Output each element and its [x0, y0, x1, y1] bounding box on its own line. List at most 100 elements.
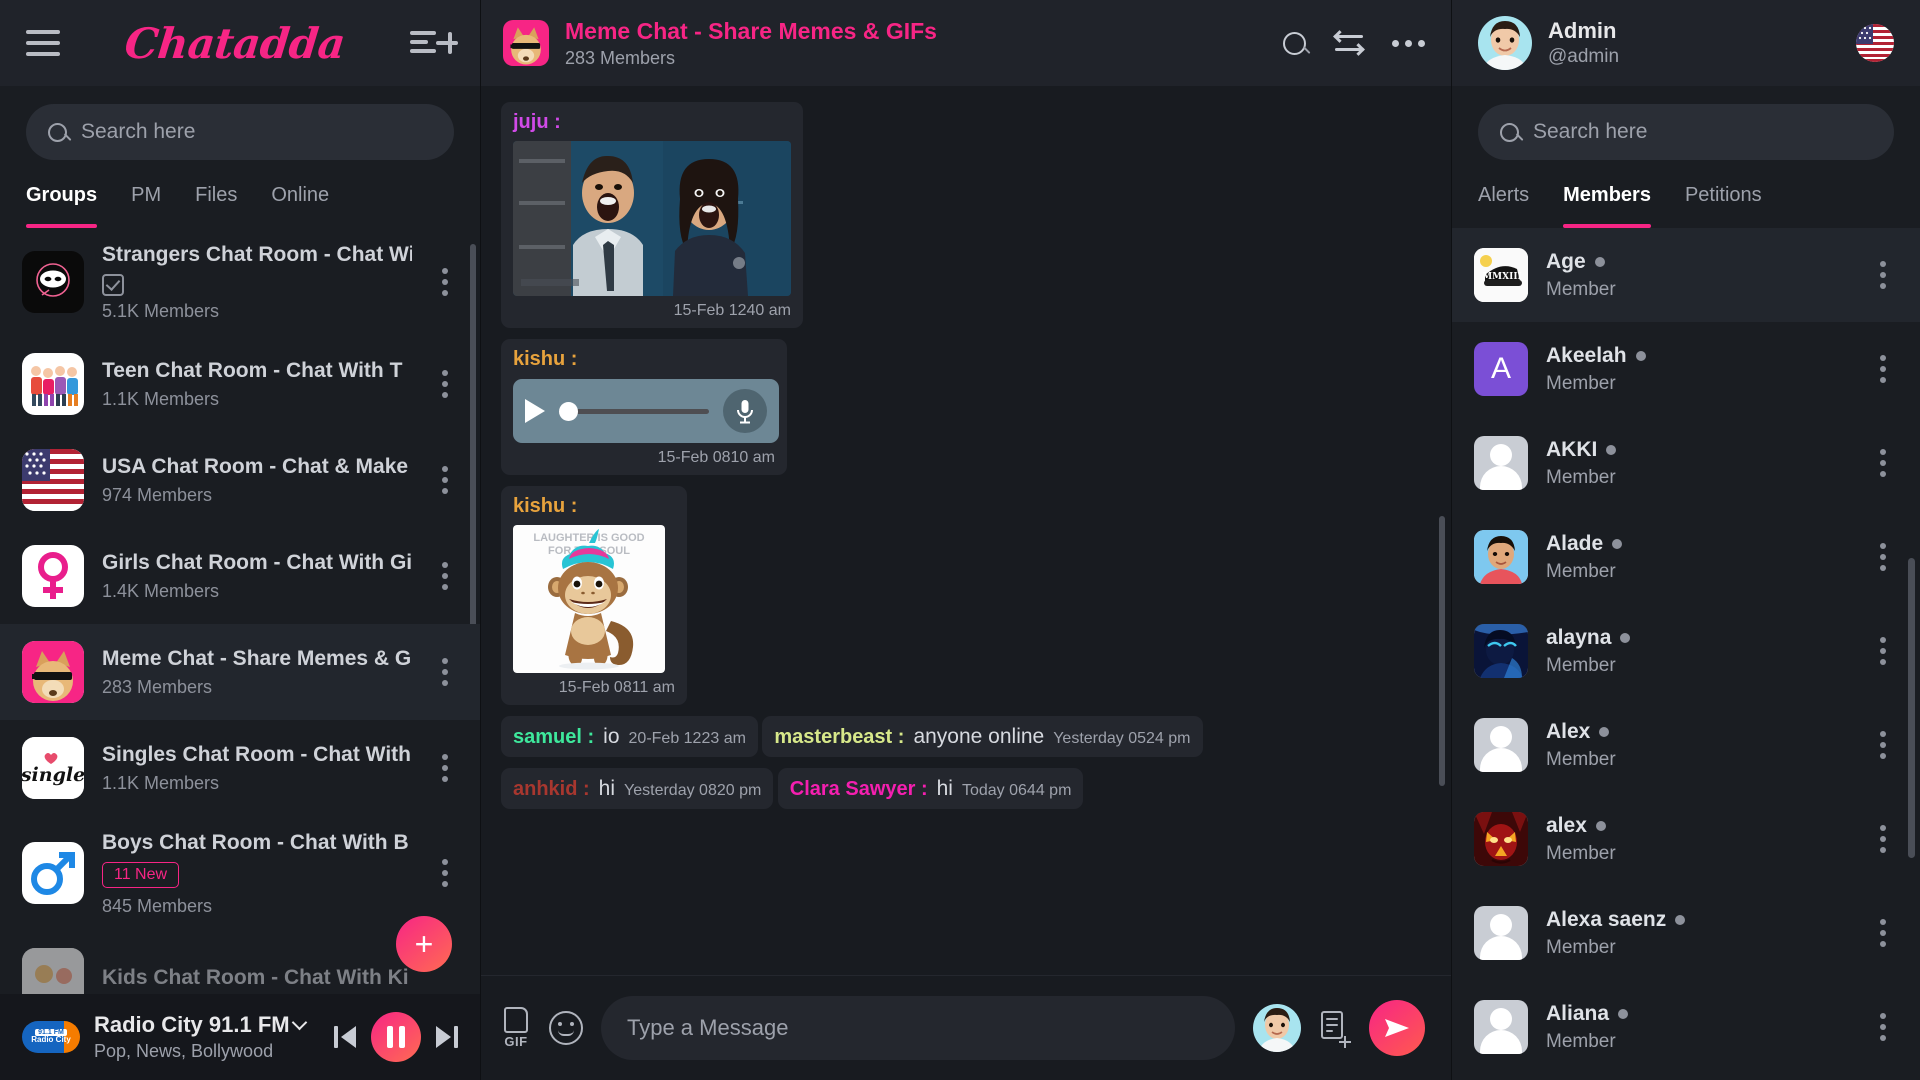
member-list-scrollbar[interactable]: [1908, 558, 1915, 858]
group-list-item[interactable]: Girls Chat Room - Chat With Gi 1.4K Memb…: [0, 528, 480, 624]
chat-scrollbar[interactable]: [1439, 516, 1445, 786]
radio-logo-bottom: Radio City: [31, 1035, 71, 1045]
member-row[interactable]: AKKI Member: [1452, 416, 1920, 510]
group-list-item[interactable]: Teen Chat Room - Chat With T 1.1K Member…: [0, 336, 480, 432]
emoji-icon[interactable]: [549, 1011, 583, 1045]
group-list-item[interactable]: Boys Chat Room - Chat With B 11 New 845 …: [0, 816, 480, 930]
gif-icon[interactable]: GIF: [501, 1007, 531, 1049]
microphone-icon[interactable]: [723, 389, 767, 433]
member-row[interactable]: MMXIII Age Member: [1452, 228, 1920, 322]
new-chat-icon[interactable]: [410, 26, 458, 60]
play-icon[interactable]: [525, 399, 545, 423]
svg-text:MMXIII: MMXIII: [1482, 272, 1522, 282]
chat-more-options-icon[interactable]: [1392, 39, 1425, 47]
group-options-icon[interactable]: [430, 652, 460, 692]
transfer-arrows-icon[interactable]: [1333, 30, 1365, 56]
member-name: Alexa saenz: [1546, 907, 1667, 931]
send-button[interactable]: [1369, 1000, 1425, 1056]
tab-files[interactable]: Files: [195, 184, 237, 228]
audio-progress-slider[interactable]: [559, 401, 709, 421]
man-photo: [1474, 530, 1528, 584]
member-options-icon[interactable]: [1868, 1007, 1898, 1047]
next-track-button[interactable]: [436, 1026, 458, 1048]
member-row[interactable]: A Akeelah Member: [1452, 322, 1920, 416]
avatar[interactable]: [1478, 16, 1532, 70]
member-row[interactable]: alayna Member: [1452, 604, 1920, 698]
group-options-icon[interactable]: [430, 748, 460, 788]
tab-groups[interactable]: Groups: [26, 184, 98, 228]
group-options-icon[interactable]: [430, 262, 460, 302]
member-options-icon[interactable]: [1868, 819, 1898, 859]
member-row[interactable]: Alex Member: [1452, 698, 1920, 792]
member-search-input[interactable]: Search here: [1478, 104, 1894, 160]
member-role: Member: [1546, 466, 1616, 488]
message-bubble: kishu : LAUGHTER IS GOOD FOR THE SOUL: [501, 486, 687, 705]
group-list-item[interactable]: single Singles Chat Room - Chat With 1.1…: [0, 720, 480, 816]
add-group-button[interactable]: +: [396, 916, 452, 972]
kids-icon: [22, 947, 84, 994]
group-options-icon[interactable]: [430, 853, 460, 893]
message-input[interactable]: Type a Message: [601, 996, 1235, 1060]
usa-flag-icon[interactable]: [1856, 24, 1894, 62]
member-role: Member: [1546, 936, 1616, 958]
group-options-icon[interactable]: [430, 460, 460, 500]
chat-search-icon[interactable]: [1283, 31, 1306, 55]
svg-text:single: single: [22, 764, 84, 786]
member-name-row: alayna: [1546, 626, 1850, 650]
audio-player[interactable]: [513, 379, 779, 443]
member-options-icon[interactable]: [1868, 537, 1898, 577]
previous-track-button[interactable]: [334, 1026, 356, 1048]
unread-badge: 11 New: [102, 861, 180, 888]
shocked-couple-gif[interactable]: [513, 141, 791, 296]
tab-online[interactable]: Online: [271, 184, 329, 228]
member-options-icon[interactable]: [1868, 913, 1898, 953]
add-note-icon[interactable]: [1319, 1011, 1351, 1048]
message-timestamp: Today 0644 pm: [961, 782, 1072, 799]
group-members: 1.1K Members: [102, 389, 220, 410]
composer-avatar[interactable]: [1253, 1004, 1301, 1052]
anime-photo: [1474, 624, 1528, 678]
tab-pm[interactable]: PM: [131, 184, 161, 228]
app-root: Chatadda Search here Groups PM Files Onl…: [0, 0, 1920, 1080]
tab-alerts[interactable]: Alerts: [1478, 184, 1529, 228]
message-input-placeholder: Type a Message: [627, 1015, 789, 1040]
member-row[interactable]: Aliana Member: [1452, 980, 1920, 1074]
chevron-down-icon[interactable]: [291, 1014, 307, 1031]
group-list[interactable]: Strangers Chat Room - Chat Wi 5.1K Membe…: [0, 228, 480, 994]
member-name: Age: [1546, 249, 1586, 273]
message-text: io: [603, 725, 620, 748]
chat-title: Meme Chat - Share Memes & GIFs: [565, 17, 937, 44]
group-name: Meme Chat - Share Memes & G: [102, 647, 412, 671]
hamburger-menu-icon[interactable]: [26, 30, 60, 56]
default-person-icon: [1474, 906, 1528, 960]
member-options-icon[interactable]: [1868, 443, 1898, 483]
group-list-item[interactable]: USA Chat Room - Chat & Make 974 Members: [0, 432, 480, 528]
member-row[interactable]: Alexa saenz Member: [1452, 886, 1920, 980]
member-list[interactable]: MMXIII Age Member A Akeelah Member AKKI …: [1452, 228, 1920, 1080]
group-options-icon[interactable]: [430, 364, 460, 404]
tab-petitions[interactable]: Petitions: [1685, 184, 1762, 228]
member-options-icon[interactable]: [1868, 631, 1898, 671]
member-options-icon[interactable]: [1868, 349, 1898, 389]
sidebar-search-input[interactable]: Search here: [26, 104, 454, 160]
radio-station-row[interactable]: Radio City 91.1 FM: [94, 1012, 320, 1038]
teens-group-icon: [22, 353, 84, 416]
group-options-icon[interactable]: [430, 556, 460, 596]
pause-button[interactable]: [371, 1012, 421, 1062]
profile-handle: @admin: [1548, 46, 1620, 67]
profile-header: Admin @admin: [1452, 0, 1920, 86]
member-role: Member: [1546, 1030, 1616, 1052]
group-list-item-active[interactable]: Meme Chat - Share Memes & G 283 Members: [0, 624, 480, 721]
tab-members[interactable]: Members: [1563, 184, 1651, 228]
member-options-icon[interactable]: [1868, 255, 1898, 295]
search-icon: [48, 122, 67, 142]
member-name-row: Akeelah: [1546, 344, 1850, 368]
member-options-icon[interactable]: [1868, 725, 1898, 765]
laughing-monkey-meme[interactable]: LAUGHTER IS GOOD FOR THE SOUL: [513, 525, 665, 673]
member-name-row: Alexa saenz: [1546, 908, 1850, 932]
usa-flag-icon: [22, 449, 84, 512]
member-row[interactable]: alex Member: [1452, 792, 1920, 886]
group-list-item[interactable]: Strangers Chat Room - Chat Wi 5.1K Membe…: [0, 228, 480, 336]
message-list[interactable]: juju : 15-Feb 1240 am kishu: 15-Feb 081…: [481, 86, 1451, 975]
member-row[interactable]: Alade Member: [1452, 510, 1920, 604]
